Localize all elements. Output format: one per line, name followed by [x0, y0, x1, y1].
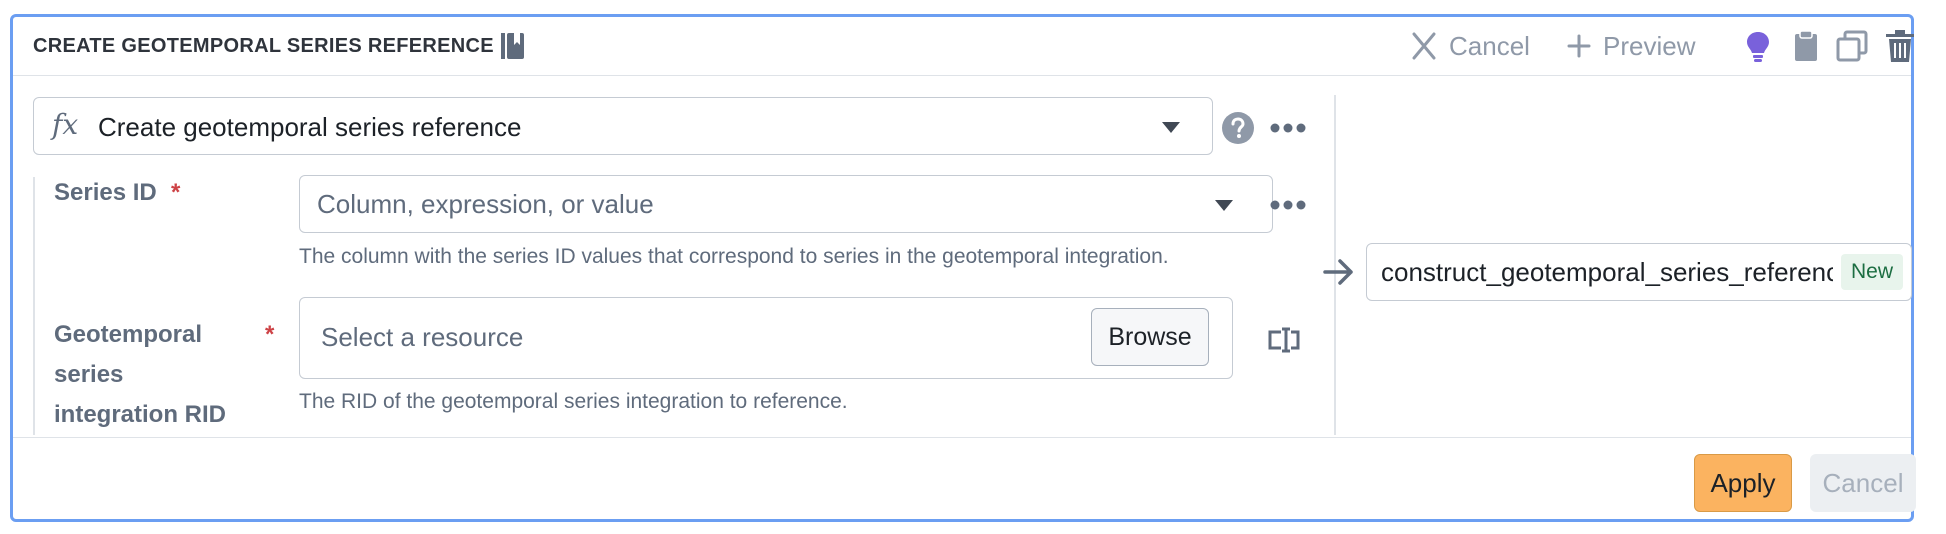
- integration-rid-input[interactable]: Select a resource Browse: [299, 297, 1233, 379]
- chevron-down-icon: [1215, 200, 1233, 211]
- header-cancel-button[interactable]: Cancel: [1411, 31, 1530, 61]
- more-options-icon[interactable]: [1270, 123, 1306, 133]
- plus-icon: [1567, 34, 1591, 58]
- text-field-icon[interactable]: [1267, 327, 1301, 353]
- output-column-input[interactable]: construct_geotemporal_series_reference N…: [1366, 243, 1912, 301]
- integration-rid-label-line-3: integration RID: [54, 401, 226, 428]
- footer-cancel-button[interactable]: Cancel: [1810, 454, 1916, 512]
- preview-label: Preview: [1603, 30, 1696, 61]
- panel-header: CREATE GEOTEMPORAL SERIES REFERENCE Canc…: [13, 17, 1914, 76]
- integration-rid-label-line-1: Geotemporal: [54, 321, 203, 348]
- chevron-down-icon: [1162, 122, 1180, 133]
- duplicate-icon[interactable]: [1835, 29, 1869, 63]
- integration-rid-help: The RID of the geotemporal series integr…: [299, 390, 848, 413]
- book-icon: [501, 33, 524, 59]
- integration-rid-placeholder: Select a resource: [321, 322, 524, 352]
- apply-button[interactable]: Apply: [1694, 454, 1792, 512]
- new-badge: New: [1841, 254, 1903, 290]
- trash-icon[interactable]: [1883, 29, 1917, 63]
- more-options-icon[interactable]: [1270, 200, 1306, 210]
- panel-title: CREATE GEOTEMPORAL SERIES REFERENCE: [33, 35, 494, 57]
- header-cancel-label: Cancel: [1449, 30, 1530, 61]
- panel-footer: Apply Cancel: [13, 437, 1916, 523]
- help-icon[interactable]: [1222, 112, 1254, 144]
- series-id-label: Series ID: [54, 179, 157, 206]
- clipboard-icon[interactable]: [1789, 29, 1823, 63]
- required-marker: *: [171, 179, 181, 206]
- integration-rid-label-line-2: series: [54, 361, 124, 388]
- divider: [33, 177, 35, 435]
- series-id-placeholder: Column, expression, or value: [317, 189, 654, 219]
- function-select-value: Create geotemporal series reference: [98, 112, 522, 142]
- output-column-name: construct_geotemporal_series_reference: [1381, 257, 1833, 287]
- function-icon: fx: [52, 108, 79, 141]
- function-select[interactable]: fx Create geotemporal series reference: [33, 97, 1213, 155]
- arrow-right-icon: [1323, 259, 1353, 285]
- series-id-help: The column with the series ID values tha…: [299, 245, 1169, 268]
- transform-panel: CREATE GEOTEMPORAL SERIES REFERENCE Canc…: [10, 14, 1916, 523]
- required-marker: *: [265, 321, 275, 348]
- series-id-input[interactable]: Column, expression, or value: [299, 175, 1273, 233]
- browse-button[interactable]: Browse: [1091, 308, 1209, 366]
- panel-body: fx Create geotemporal series reference S…: [13, 75, 1912, 435]
- lightbulb-icon[interactable]: [1741, 29, 1775, 63]
- preview-button[interactable]: Preview: [1567, 31, 1695, 61]
- close-icon: [1412, 32, 1436, 60]
